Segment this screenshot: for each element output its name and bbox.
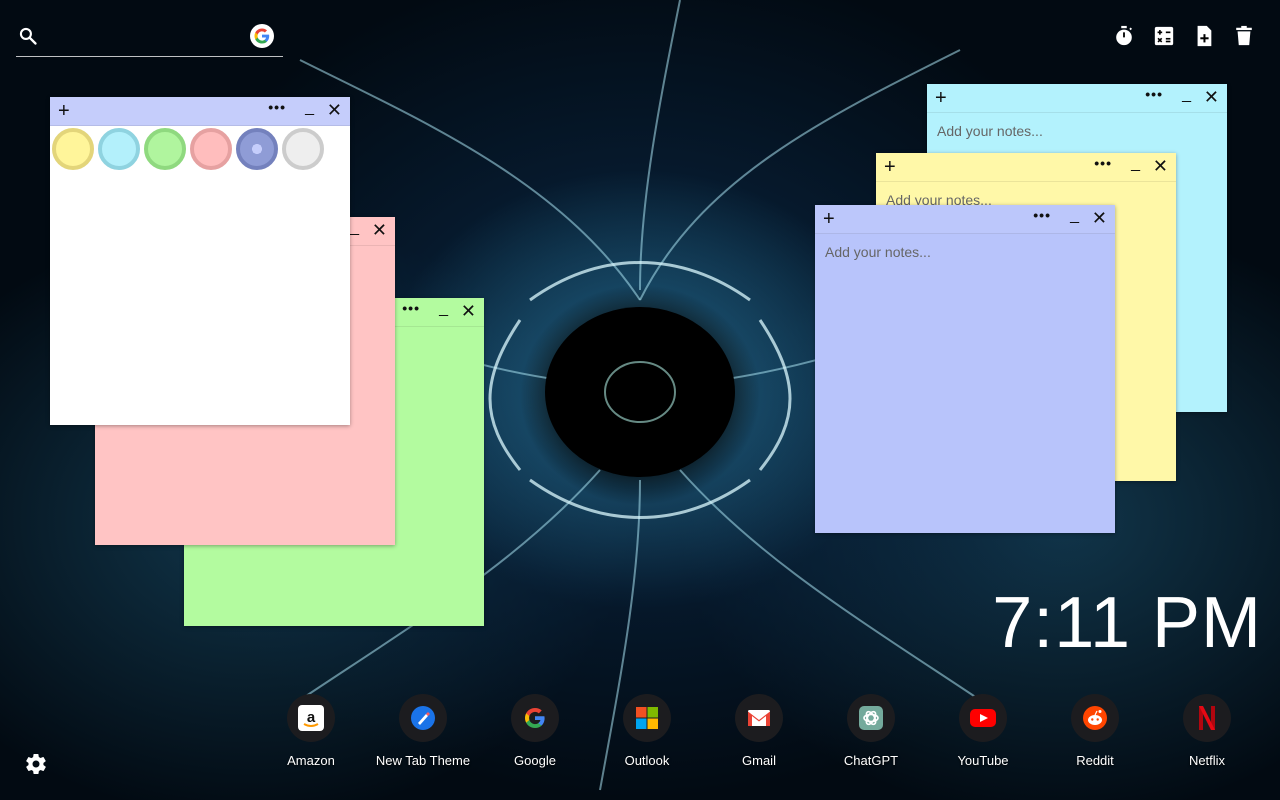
color-swatch-yellow[interactable] — [52, 128, 94, 170]
minimize-icon[interactable]: _ — [1182, 86, 1191, 104]
note-titlebar[interactable]: + ••• _ ✕ — [50, 97, 350, 126]
color-swatch-gray[interactable] — [282, 128, 324, 170]
color-palette — [50, 126, 350, 172]
close-icon[interactable]: ✕ — [327, 100, 342, 121]
calculator-icon[interactable] — [1152, 24, 1176, 48]
shortcut-reddit[interactable]: Reddit — [1039, 694, 1151, 768]
more-options-icon[interactable]: ••• — [402, 300, 420, 316]
shortcut-netflix[interactable]: Netflix — [1151, 694, 1263, 768]
shortcut-new-tab-theme[interactable]: New Tab Theme — [367, 694, 479, 768]
add-icon[interactable]: + — [58, 101, 70, 121]
shortcut-label: Reddit — [1076, 753, 1114, 768]
note-textarea[interactable] — [825, 244, 1105, 514]
youtube-icon — [959, 694, 1007, 742]
color-swatch-pink[interactable] — [190, 128, 232, 170]
shortcut-label: Google — [514, 753, 556, 768]
more-options-icon[interactable]: ••• — [1094, 155, 1112, 171]
shortcut-outlook[interactable]: Outlook — [591, 694, 703, 768]
chatgpt-icon — [847, 694, 895, 742]
more-options-icon[interactable]: ••• — [268, 99, 286, 115]
gmail-icon — [735, 694, 783, 742]
shortcut-chatgpt[interactable]: ChatGPT — [815, 694, 927, 768]
color-swatch-cyan[interactable] — [98, 128, 140, 170]
gear-icon[interactable] — [24, 752, 48, 776]
shortcut-label: Netflix — [1188, 753, 1226, 768]
shortcut-gmail[interactable]: Gmail — [703, 694, 815, 768]
add-note-icon[interactable] — [1192, 24, 1216, 48]
google-g-icon[interactable] — [250, 24, 274, 48]
toolbar — [1112, 24, 1256, 48]
timer-icon[interactable] — [1112, 24, 1136, 48]
shortcut-label: YouTube — [957, 753, 1009, 768]
clock: 7:11 PM — [992, 583, 1262, 663]
note-titlebar[interactable]: + ••• _ ✕ — [815, 205, 1115, 234]
search-icon[interactable] — [18, 26, 38, 46]
svg-text:a: a — [307, 709, 316, 726]
trash-icon[interactable] — [1232, 24, 1256, 48]
shortcut-amazon[interactable]: a Amazon — [255, 694, 367, 768]
minimize-icon[interactable]: _ — [350, 219, 359, 237]
add-icon[interactable]: + — [935, 88, 947, 108]
more-options-icon[interactable]: ••• — [1033, 207, 1051, 223]
shortcut-label: New Tab Theme — [375, 753, 471, 768]
reddit-icon — [1071, 694, 1119, 742]
close-icon[interactable]: ✕ — [1153, 156, 1168, 177]
color-swatch-blue[interactable] — [236, 128, 278, 170]
close-icon[interactable]: ✕ — [1092, 208, 1107, 229]
shortcuts-bar: a Amazon New Tab Theme Google Outlook Gm — [255, 694, 1275, 784]
minimize-icon[interactable]: _ — [1131, 155, 1140, 173]
sticky-note-blue[interactable]: + ••• _ ✕ — [815, 205, 1115, 533]
minimize-icon[interactable]: _ — [1070, 207, 1079, 225]
shortcut-label: ChatGPT — [843, 753, 899, 768]
sticky-note-white[interactable]: + ••• _ ✕ — [50, 97, 350, 425]
note-titlebar[interactable]: + ••• _ ✕ — [876, 153, 1176, 182]
search-bar — [16, 18, 283, 57]
search-input[interactable] — [52, 24, 256, 50]
close-icon[interactable]: ✕ — [1204, 87, 1219, 108]
netflix-icon — [1183, 694, 1231, 742]
close-icon[interactable]: ✕ — [461, 301, 476, 322]
minimize-icon[interactable]: _ — [439, 300, 448, 318]
shortcut-youtube[interactable]: YouTube — [927, 694, 1039, 768]
shortcut-label: Outlook — [624, 753, 670, 768]
shortcut-google[interactable]: Google — [479, 694, 591, 768]
shortcut-label: Gmail — [742, 753, 776, 768]
add-icon[interactable]: + — [823, 209, 835, 229]
close-icon[interactable]: ✕ — [372, 220, 387, 241]
outlook-icon — [623, 694, 671, 742]
shortcut-label: Amazon — [287, 753, 335, 768]
note-titlebar[interactable]: + ••• _ ✕ — [927, 84, 1227, 113]
amazon-icon: a — [287, 694, 335, 742]
minimize-icon[interactable]: _ — [305, 99, 314, 117]
more-options-icon[interactable]: ••• — [1145, 86, 1163, 102]
new-tab-theme-icon — [399, 694, 447, 742]
color-swatch-green[interactable] — [144, 128, 186, 170]
add-icon[interactable]: + — [884, 157, 896, 177]
google-icon — [511, 694, 559, 742]
